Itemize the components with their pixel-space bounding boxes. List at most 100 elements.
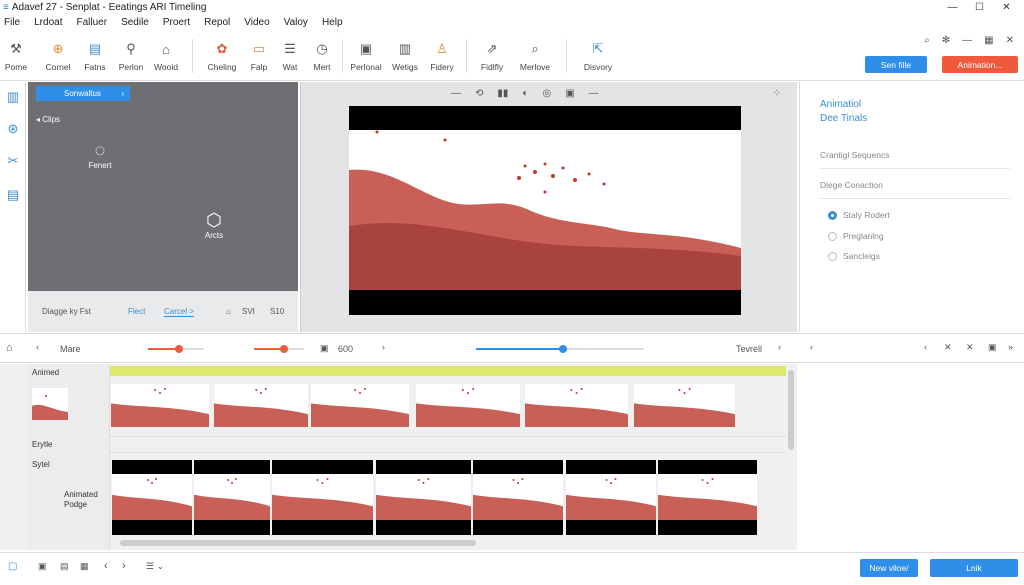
timeline-clip[interactable] (376, 460, 471, 535)
chevron-right-icon[interactable]: › (122, 560, 126, 572)
menu-help[interactable]: Help (322, 17, 343, 28)
menu-proert[interactable]: Proert (163, 17, 190, 28)
ribbon-mert[interactable]: ◷ Mert (308, 33, 336, 79)
slider-1[interactable] (148, 345, 204, 353)
clips-header[interactable]: ◂ Clips (36, 115, 60, 124)
slider-3[interactable] (476, 345, 644, 353)
ribbon-perlonal[interactable]: ▣ Perlonal (346, 33, 386, 79)
slider-knob[interactable] (280, 345, 288, 353)
timeline-clip[interactable] (214, 384, 308, 427)
cancel-link[interactable]: Carcel > (164, 307, 195, 317)
asset-tab[interactable]: Sonwaltus › (36, 86, 130, 101)
option-2[interactable]: Preglanlng (828, 231, 884, 241)
horizontal-scrollbar[interactable] (120, 540, 476, 546)
timeline-clip[interactable] (194, 460, 270, 535)
slider-knob[interactable] (559, 345, 568, 353)
timeline-clip[interactable] (525, 384, 628, 427)
chevron-left-icon[interactable]: ‹ (36, 342, 39, 352)
new-video-button[interactable]: New vlloe/ (860, 559, 918, 577)
ribbon-cheling[interactable]: ✿ Cheling (204, 33, 240, 79)
menu-falluer[interactable]: Falluer (76, 17, 107, 28)
slider-2[interactable] (254, 345, 304, 353)
timeline-clip[interactable] (311, 384, 409, 427)
save-icon[interactable]: ▣ (988, 342, 997, 353)
vertical-scrollbar[interactable] (788, 370, 794, 450)
chart-icon[interactable]: ▥ (4, 88, 22, 106)
timeline-clip[interactable] (416, 384, 520, 427)
animation-button[interactable]: Animation... (942, 56, 1018, 73)
home-icon[interactable]: ⌂ (6, 342, 13, 354)
ribbon-falp[interactable]: ▭ Falp (245, 33, 273, 79)
chevron-left-icon[interactable]: ‹ (924, 342, 927, 352)
timeline-clip[interactable] (566, 460, 656, 535)
chevron-left-icon[interactable]: ‹ (810, 342, 813, 352)
globe-icon[interactable]: ⊛ (4, 120, 22, 138)
timeline-clip[interactable] (473, 460, 563, 535)
close-icon[interactable]: ✕ (944, 342, 952, 353)
gear-icon[interactable]: ✻ (942, 35, 950, 46)
ribbon-fidlfly[interactable]: ⇗ Fidlfly (475, 33, 509, 79)
minus-icon[interactable]: — (962, 35, 972, 46)
ribbon-perlon[interactable]: ⚲ Perlon (115, 33, 147, 79)
frame-icon[interactable]: ▣ (320, 343, 329, 354)
view-single-icon[interactable]: ▣ (38, 561, 47, 572)
view-grid-icon[interactable]: ▦ (80, 561, 89, 572)
track-thumbnail[interactable] (32, 388, 68, 420)
close-icon[interactable]: ✕ (966, 342, 974, 353)
double-chevron-icon[interactable]: » (1008, 342, 1013, 352)
timeline-clip[interactable] (111, 384, 209, 427)
layers-icon[interactable]: ▤ (4, 186, 22, 204)
grid-icon[interactable]: ▦ (984, 35, 993, 46)
chevron-left-icon[interactable]: ‹ (104, 560, 108, 572)
ribbon-disvory[interactable]: ⇱ Disvory (580, 33, 616, 79)
ribbon-wetigs[interactable]: ▥ Wetigs (388, 33, 422, 79)
slider-knob[interactable] (174, 345, 183, 353)
home-icon[interactable]: ⌂ (226, 307, 231, 316)
section-connection[interactable]: Dlege Conaction (820, 180, 1010, 199)
maximize-button[interactable]: ☐ (966, 0, 993, 14)
menu-file[interactable]: File (4, 17, 20, 28)
list-dropdown-icon[interactable]: ☰ ⌄ (146, 561, 164, 572)
link-button[interactable]: Lnik (930, 559, 1018, 577)
timeline-clip[interactable] (272, 460, 373, 535)
timeline-clip[interactable] (634, 384, 735, 427)
contrast-icon[interactable]: ◐ (522, 88, 528, 99)
view-list-icon[interactable]: ▤ (60, 561, 69, 572)
menu-video[interactable]: Video (244, 17, 269, 28)
option-1[interactable]: Staly Rodert (828, 210, 890, 220)
close-icon[interactable]: ✕ (1006, 35, 1014, 46)
ribbon-wooid[interactable]: ⌂ Wooid (150, 33, 182, 79)
video-preview[interactable] (349, 106, 741, 315)
close-button[interactable]: ✕ (993, 0, 1020, 14)
timeline-clip[interactable] (658, 460, 757, 535)
rotate-icon[interactable]: ⟲ (475, 88, 483, 99)
ribbon-fatns[interactable]: ▤ Fatns (80, 33, 110, 79)
option-3[interactable]: Sancleigs (828, 251, 880, 261)
frame-icon[interactable]: ▣ (565, 88, 574, 99)
timeline-clip[interactable] (112, 460, 192, 535)
footer-flect[interactable]: Flect (128, 307, 145, 316)
save-file-button[interactable]: Sen fille (865, 56, 927, 73)
ribbon-pome[interactable]: ⚒ Pome (2, 33, 30, 79)
section-sequence[interactable]: Crantigl Sequencs (820, 150, 1010, 169)
menu-repol[interactable]: Repol (204, 17, 230, 28)
scissors-icon[interactable]: ✂ (4, 152, 22, 170)
menu-lrdoat[interactable]: Lrdoat (34, 17, 62, 28)
ribbon-merlove[interactable]: ⌕ Merlove (516, 33, 554, 79)
target-icon[interactable]: ◎ (542, 88, 551, 99)
asset-item[interactable]: ◌ Fenert (80, 140, 120, 170)
chevron-right-icon[interactable]: › (382, 342, 385, 352)
grid-icon[interactable]: ⁘ (773, 88, 781, 99)
menu-valoy[interactable]: Valoy (284, 17, 308, 28)
search-icon[interactable]: ⌕ (924, 35, 930, 46)
timeline-ruler[interactable] (110, 366, 786, 376)
chevron-right-icon[interactable]: › (778, 342, 781, 352)
menu-sedile[interactable]: Sedile (121, 17, 149, 28)
minimize-button[interactable]: — (939, 0, 966, 14)
asset-item[interactable]: ⬡ Arcts (194, 210, 234, 240)
ribbon-wat[interactable]: ☰ Wat (276, 33, 304, 79)
pause-icon[interactable]: ▮▮ (497, 88, 508, 99)
document-icon[interactable]: ▢ (8, 561, 17, 572)
ribbon-cornel[interactable]: ⊕ Cornel (42, 33, 74, 79)
ribbon-fidery[interactable]: ♙ Fidery (426, 33, 458, 79)
